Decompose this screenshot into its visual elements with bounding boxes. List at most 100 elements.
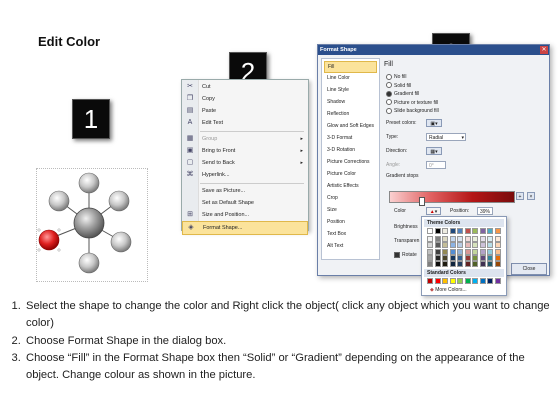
gradient-stop-handle[interactable] [419,197,425,206]
category-3-d-format[interactable]: 3-D Format [324,133,377,145]
category-3-d-rotation[interactable]: 3-D Rotation [324,145,377,157]
menu-item-set-as-default-shape[interactable]: Set as Default Shape [182,197,308,209]
standard-color-swatch[interactable] [449,278,456,284]
remove-stop-icon[interactable]: × [527,192,535,200]
category-text-box[interactable]: Text Box [324,229,377,241]
theme-shade-swatch[interactable] [479,261,486,268]
theme-shade-swatch[interactable] [427,254,433,261]
theme-shade-swatch[interactable] [494,236,501,242]
theme-color-swatch[interactable] [434,228,441,234]
direction-dropdown[interactable]: ▦▾ [426,147,442,155]
theme-shade-swatch[interactable] [487,242,493,249]
category-alt-text[interactable]: Alt Text [324,241,377,253]
theme-shade-swatch[interactable] [449,242,456,249]
theme-shade-swatch[interactable] [472,248,478,255]
theme-shade-swatch[interactable] [449,236,456,242]
close-icon[interactable]: ✕ [540,46,548,54]
category-fill[interactable]: Fill [324,61,377,73]
theme-shade-swatch[interactable] [472,242,478,249]
category-crop[interactable]: Crop [324,193,377,205]
menu-item-copy[interactable]: ❐ Copy [182,93,308,105]
theme-shade-swatch[interactable] [449,261,456,268]
fill-option-no-fill[interactable]: No fill [386,73,407,81]
standard-color-swatch[interactable] [442,278,448,284]
standard-color-swatch[interactable] [472,278,478,284]
theme-shade-swatch[interactable] [442,248,448,255]
theme-shade-swatch[interactable] [457,248,463,255]
menu-item-paste[interactable]: ▤ Paste [182,105,308,117]
theme-shade-swatch[interactable] [457,261,463,268]
theme-shade-swatch[interactable] [427,261,433,268]
category-size[interactable]: Size [324,205,377,217]
shape-diagram[interactable] [36,165,148,282]
theme-color-swatch[interactable] [464,228,471,234]
theme-color-swatch[interactable] [494,228,501,234]
radio-button[interactable] [386,99,392,106]
theme-shade-swatch[interactable] [427,236,433,242]
angle-input[interactable]: 0° [426,161,446,169]
theme-shade-swatch[interactable] [472,261,478,268]
menu-item-size-and-position[interactable]: ⊞ Size and Position... [182,209,308,221]
theme-shade-swatch[interactable] [442,242,448,249]
theme-shade-swatch[interactable] [472,236,478,242]
theme-shade-swatch[interactable] [434,248,441,255]
theme-shade-swatch[interactable] [442,254,448,261]
menu-item-bring-to-front[interactable]: ▣ Bring to Front ▸ [182,145,308,157]
theme-shade-swatch[interactable] [427,242,433,249]
category-line-color[interactable]: Line Color [324,73,377,85]
radio-button[interactable] [386,107,392,114]
standard-color-swatch[interactable] [434,278,441,284]
theme-shade-swatch[interactable] [487,236,493,242]
theme-shade-swatch[interactable] [434,254,441,261]
theme-shade-swatch[interactable] [434,261,441,268]
standard-color-swatch[interactable] [479,278,486,284]
theme-color-swatch[interactable] [457,228,463,234]
theme-shade-swatch[interactable] [434,236,441,242]
category-line-style[interactable]: Line Style [324,85,377,97]
fill-option-slide-background-fill[interactable]: Slide background fill [386,107,439,115]
standard-color-swatch[interactable] [457,278,463,284]
theme-color-swatch[interactable] [427,228,433,234]
theme-shade-swatch[interactable] [479,236,486,242]
standard-color-swatch[interactable] [464,278,471,284]
theme-shade-swatch[interactable] [457,242,463,249]
theme-shade-swatch[interactable] [464,254,471,261]
menu-item-format-shape[interactable]: ◈ Format Shape... [182,221,308,235]
fill-option-solid-fill[interactable]: Solid fill [386,82,411,90]
theme-shade-swatch[interactable] [479,242,486,249]
theme-shade-swatch[interactable] [494,261,501,268]
rotate-with-shape-checkbox[interactable]: Rotate [394,251,417,259]
category-reflection[interactable]: Reflection [324,109,377,121]
more-colors-link[interactable]: ◆ More Colors... [430,287,467,293]
theme-shade-swatch[interactable] [487,254,493,261]
category-artistic-effects[interactable]: Artistic Effects [324,181,377,193]
standard-color-swatch[interactable] [494,278,501,284]
standard-color-swatch[interactable] [487,278,493,284]
radio-button[interactable] [386,90,392,97]
standard-color-swatch[interactable] [427,278,433,284]
radio-button[interactable] [386,73,392,80]
theme-color-swatch[interactable] [442,228,448,234]
menu-item-hyperlink[interactable]: ⌘ Hyperlink... [182,169,308,181]
theme-shade-swatch[interactable] [487,248,493,255]
theme-shade-swatch[interactable] [479,248,486,255]
theme-shade-swatch[interactable] [449,248,456,255]
theme-shade-swatch[interactable] [464,236,471,242]
type-select[interactable]: Radial ▾ [426,133,466,141]
theme-shade-swatch[interactable] [464,242,471,249]
theme-shade-swatch[interactable] [494,254,501,261]
close-button[interactable]: Close [511,263,547,275]
theme-shade-swatch[interactable] [449,254,456,261]
theme-shade-swatch[interactable] [457,236,463,242]
fill-option-gradient-fill[interactable]: Gradient fill [386,90,419,98]
category-glow-and-soft-edges[interactable]: Glow and Soft Edges [324,121,377,133]
menu-item-send-to-back[interactable]: ▢ Send to Back ▸ [182,157,308,169]
category-picture-corrections[interactable]: Picture Corrections [324,157,377,169]
category-position[interactable]: Position [324,217,377,229]
theme-shade-swatch[interactable] [494,248,501,255]
theme-shade-swatch[interactable] [472,254,478,261]
theme-shade-swatch[interactable] [434,242,441,249]
position-input[interactable]: 39% [477,207,493,215]
theme-shade-swatch[interactable] [464,261,471,268]
theme-shade-swatch[interactable] [464,248,471,255]
